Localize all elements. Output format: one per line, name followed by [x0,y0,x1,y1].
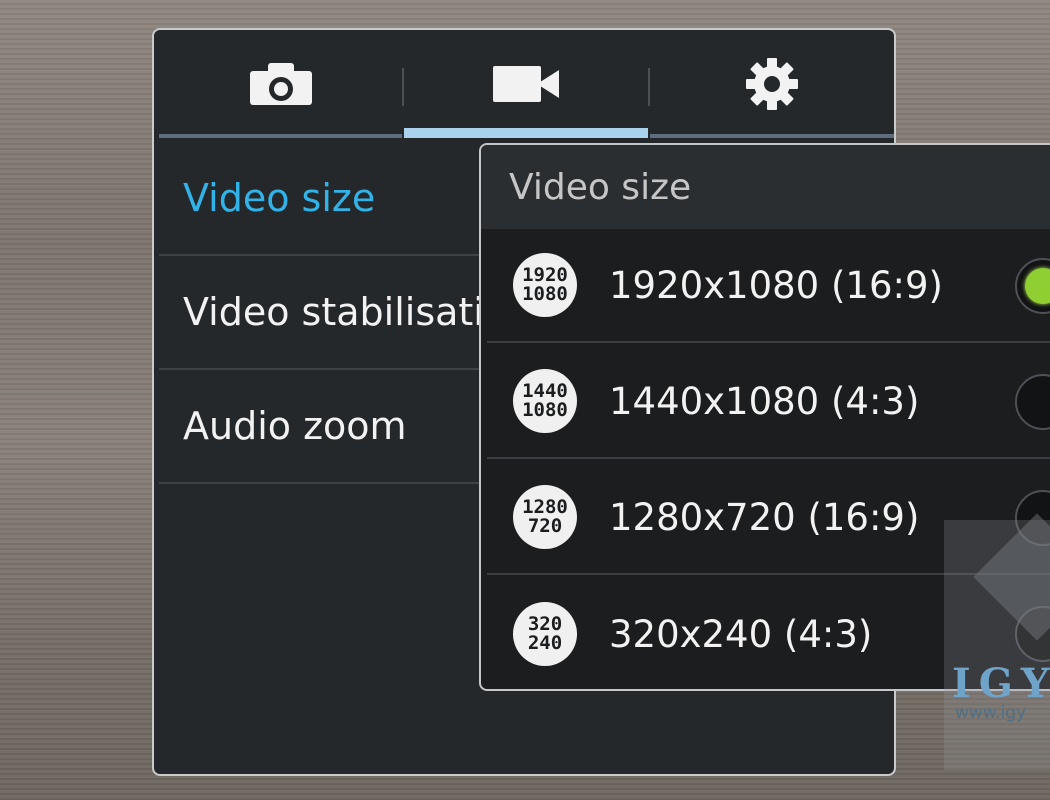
setting-label: Video size [183,176,376,220]
tab-settings[interactable] [650,30,894,138]
watermark-brand: IGY [952,660,1050,707]
camera-icon [249,63,312,105]
video-camera-icon [493,66,559,102]
setting-video-stabilisation[interactable]: Video stabilisation [159,256,531,370]
setting-audio-zoom[interactable]: Audio zoom [159,370,499,484]
radio-button[interactable] [1015,374,1050,430]
tab-active-indicator [404,128,648,138]
setting-label: Audio zoom [183,404,407,448]
option-1440x1080[interactable]: 1440 1080 1440x1080 (4:3) [487,345,1050,459]
dialog-title: Video size [481,145,1050,229]
option-1920x1080[interactable]: 1920 1080 1920x1080 (16:9) [487,229,1050,343]
option-label: 1280x720 (16:9) [609,495,920,539]
option-label: 320x240 (4:3) [609,612,873,656]
option-label: 1440x1080 (4:3) [609,379,920,423]
gear-icon [746,58,798,110]
resolution-320x240-icon: 320 240 [513,602,577,666]
resolution-1920x1080-icon: 1920 1080 [513,253,577,317]
watermark-url: www.igy [955,703,1027,723]
radio-button-selected[interactable] [1015,258,1050,314]
tab-underline [650,134,894,138]
tab-video[interactable] [404,30,648,138]
resolution-1440x1080-icon: 1440 1080 [513,369,577,433]
resolution-1280x720-icon: 1280 720 [513,485,577,549]
tab-underline [159,134,402,138]
option-label: 1920x1080 (16:9) [609,263,943,307]
tab-bar [154,30,894,138]
tab-camera[interactable] [159,30,402,138]
setting-video-size[interactable]: Video size [159,142,499,256]
